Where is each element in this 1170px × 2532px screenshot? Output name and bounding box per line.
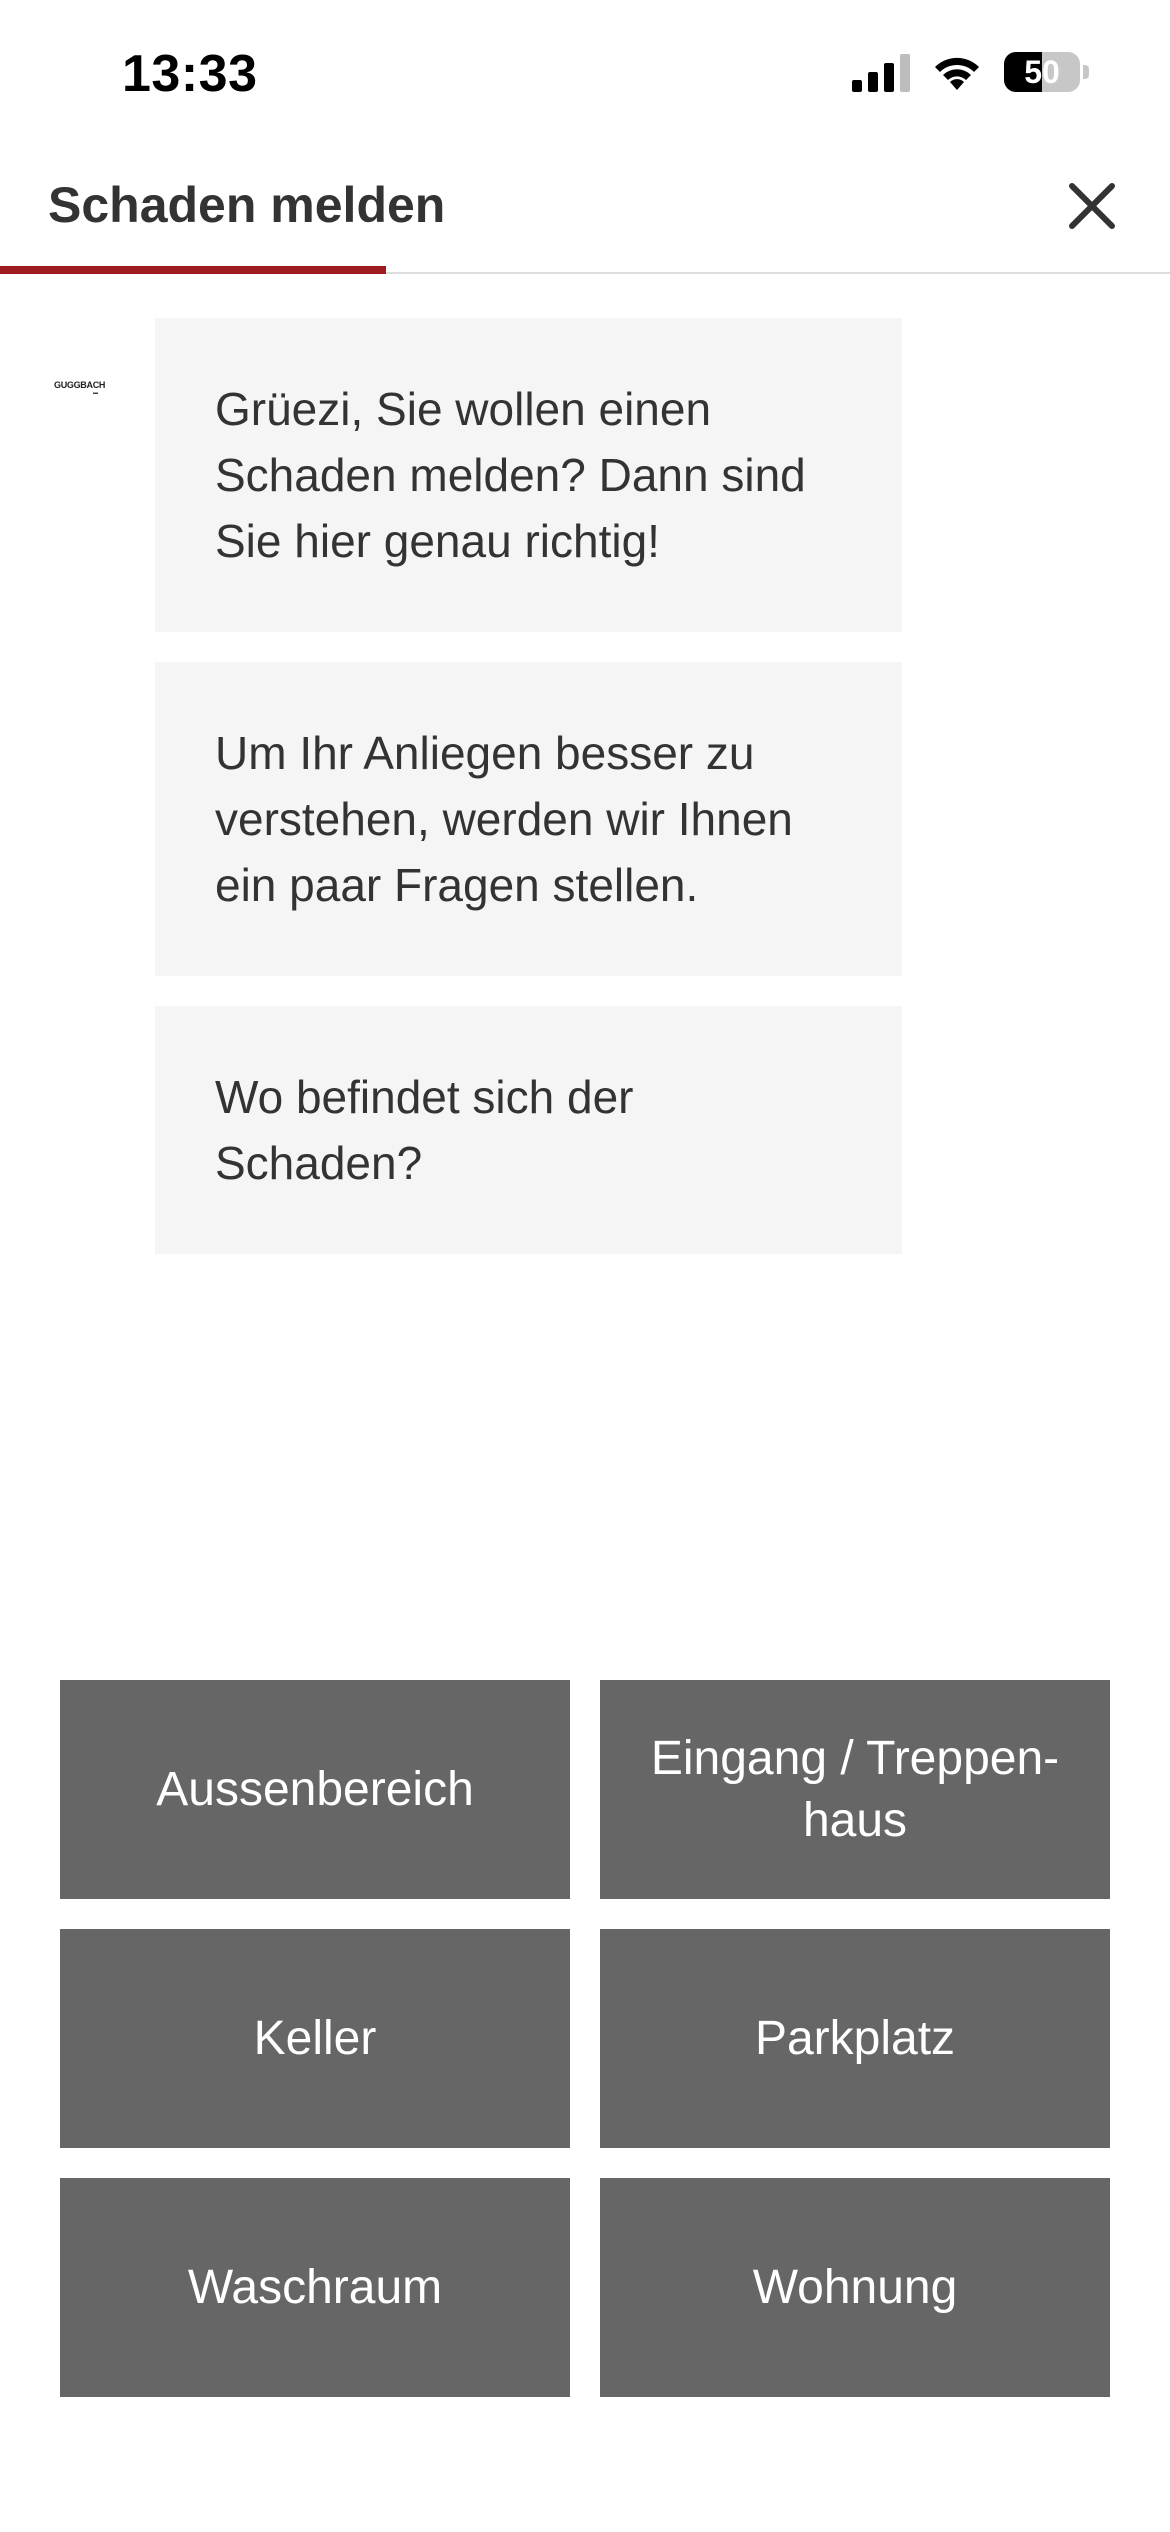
close-icon <box>1069 183 1115 229</box>
logo-subline: ▬ <box>93 390 98 396</box>
status-bar: 13:33 50 <box>0 0 1170 150</box>
chat-message-list: Grüezi, Sie wollen einen Schaden melden?… <box>155 318 902 1284</box>
option-wohnung-button[interactable]: Wohnung <box>600 2178 1110 2397</box>
battery-icon: 50 <box>1004 52 1090 92</box>
option-keller-button[interactable]: Keller <box>60 1929 570 2148</box>
battery-tip <box>1083 65 1089 79</box>
bot-avatar-logo: GUGGBACH ▬ <box>54 380 106 402</box>
close-button[interactable] <box>1062 176 1122 236</box>
chat-message: Grüezi, Sie wollen einen Schaden melden?… <box>155 318 902 632</box>
header: Schaden melden <box>0 150 1170 274</box>
option-parkplatz-button[interactable]: Parkplatz <box>600 1929 1110 2148</box>
progress-fill <box>0 266 387 274</box>
progress-bar <box>0 266 1170 274</box>
wifi-icon <box>935 57 979 90</box>
status-time: 13:33 <box>122 45 258 103</box>
chat-message: Um Ihr Anliegen besser zu verstehen, wer… <box>155 662 902 976</box>
battery-level: 50 <box>1024 53 1060 90</box>
option-waschraum-button[interactable]: Waschraum <box>60 2178 570 2397</box>
chat-message: Wo befindet sich der Schaden? <box>155 1006 902 1254</box>
answer-options-grid: Aussenbereich Eingang / Treppen-haus Kel… <box>60 1680 1110 2397</box>
battery-body: 50 <box>1004 52 1080 92</box>
page-title: Schaden melden <box>48 177 446 233</box>
signal-icon <box>852 54 910 92</box>
logo-text: GUGGBACH <box>54 380 106 390</box>
option-aussenbereich-button[interactable]: Aussenbereich <box>60 1680 570 1899</box>
option-eingang-treppenhaus-button[interactable]: Eingang / Treppen-haus <box>600 1680 1110 1899</box>
status-icons: 50 <box>852 52 1090 92</box>
